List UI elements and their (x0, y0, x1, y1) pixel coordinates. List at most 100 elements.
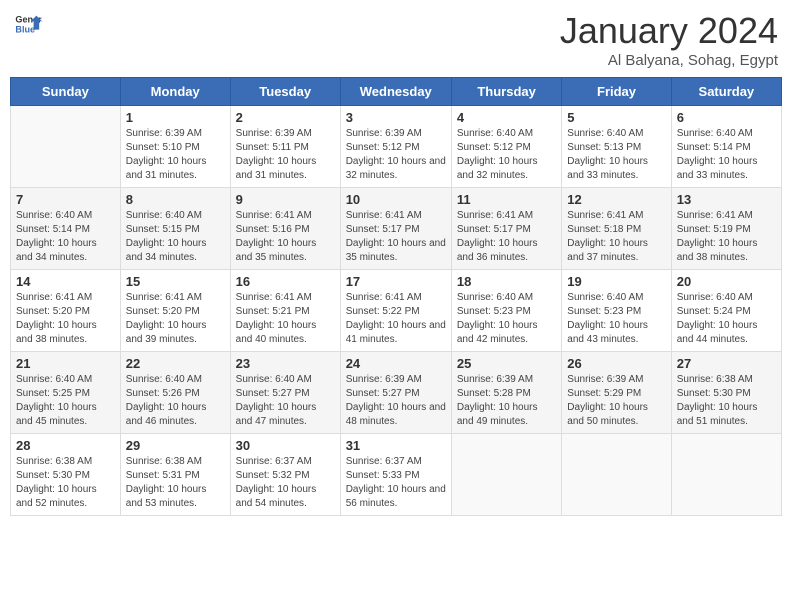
calendar-cell: 23 Sunrise: 6:40 AMSunset: 5:27 PMDayligh… (230, 352, 340, 434)
day-info: Sunrise: 6:40 AMSunset: 5:25 PMDaylight:… (16, 373, 115, 429)
calendar-cell: 9Sunrise: 6:41 AMSunset: 5:16 PMDaylight… (230, 188, 340, 270)
day-info: Sunrise: 6:39 AMSunset: 5:27 PMDaylight:… (346, 373, 446, 429)
calendar-table: SundayMondayTuesdayWednesdayThursdayFrid… (10, 77, 782, 516)
day-number: 27 (677, 356, 776, 371)
calendar-cell (671, 434, 781, 516)
calendar-cell: 20Sunrise: 6:40 AMSunset: 5:24 PMDayligh… (671, 270, 781, 352)
calendar-cell: 29 Sunrise: 6:38 AMSunset: 5:31 PMDayligh… (120, 434, 230, 516)
calendar-cell: 15Sunrise: 6:41 AMSunset: 5:20 PMDayligh… (120, 270, 230, 352)
day-info: Sunrise: 6:39 AMSunset: 5:11 PMDaylight:… (236, 127, 335, 183)
calendar-cell: 12Sunrise: 6:41 AMSunset: 5:18 PMDayligh… (562, 188, 671, 270)
calendar-week-1: 1 Sunrise: 6:39 AMSunset: 5:10 PMDaylight… (11, 106, 782, 188)
calendar-cell: 4 Sunrise: 6:40 AMSunset: 5:12 PMDaylight… (451, 106, 561, 188)
day-number: 3 (346, 110, 446, 125)
calendar-cell (11, 106, 121, 188)
month-title: January 2024 (560, 10, 778, 52)
calendar-cell: 1 Sunrise: 6:39 AMSunset: 5:10 PMDaylight… (120, 106, 230, 188)
day-info: Sunrise: 6:39 AMSunset: 5:10 PMDaylight:… (126, 127, 225, 183)
day-number: 14 (16, 274, 115, 289)
day-info: Sunrise: 6:40 AMSunset: 5:23 PMDaylight:… (567, 291, 665, 347)
day-info: Sunrise: 6:40 AMSunset: 5:15 PMDaylight:… (126, 209, 225, 265)
calendar-header-row: SundayMondayTuesdayWednesdayThursdayFrid… (11, 78, 782, 106)
column-header-friday: Friday (562, 78, 671, 106)
calendar-cell: 13 Sunrise: 6:41 AMSunset: 5:19 PMDayligh… (671, 188, 781, 270)
day-number: 29 (126, 438, 225, 453)
calendar-cell: 8 Sunrise: 6:40 AMSunset: 5:15 PMDaylight… (120, 188, 230, 270)
calendar-cell: 3 Sunrise: 6:39 AMSunset: 5:12 PMDaylight… (340, 106, 451, 188)
calendar-cell: 19 Sunrise: 6:40 AMSunset: 5:23 PMDayligh… (562, 270, 671, 352)
day-info: Sunrise: 6:40 AMSunset: 5:14 PMDaylight:… (16, 209, 115, 265)
day-info: Sunrise: 6:41 AMSunset: 5:21 PMDaylight:… (236, 291, 335, 347)
day-info: Sunrise: 6:41 AMSunset: 5:17 PMDaylight:… (457, 209, 556, 265)
day-number: 9 (236, 192, 335, 207)
day-number: 18 (457, 274, 556, 289)
day-number: 25 (457, 356, 556, 371)
day-info: Sunrise: 6:39 AMSunset: 5:12 PMDaylight:… (346, 127, 446, 183)
calendar-week-2: 7 Sunrise: 6:40 AMSunset: 5:14 PMDaylight… (11, 188, 782, 270)
day-number: 6 (677, 110, 776, 125)
day-number: 13 (677, 192, 776, 207)
day-number: 5 (567, 110, 665, 125)
day-number: 31 (346, 438, 446, 453)
day-number: 8 (126, 192, 225, 207)
day-info: Sunrise: 6:39 AMSunset: 5:29 PMDaylight:… (567, 373, 665, 429)
day-info: Sunrise: 6:41 AMSunset: 5:20 PMDaylight:… (126, 291, 225, 347)
day-info: Sunrise: 6:39 AMSunset: 5:28 PMDaylight:… (457, 373, 556, 429)
day-info: Sunrise: 6:37 AMSunset: 5:33 PMDaylight:… (346, 455, 446, 511)
day-number: 28 (16, 438, 115, 453)
day-info: Sunrise: 6:41 AMSunset: 5:22 PMDaylight:… (346, 291, 446, 347)
calendar-cell: 25 Sunrise: 6:39 AMSunset: 5:28 PMDayligh… (451, 352, 561, 434)
day-number: 10 (346, 192, 446, 207)
column-header-saturday: Saturday (671, 78, 781, 106)
day-number: 30 (236, 438, 335, 453)
calendar-cell: 14 Sunrise: 6:41 AMSunset: 5:20 PMDayligh… (11, 270, 121, 352)
day-info: Sunrise: 6:40 AMSunset: 5:14 PMDaylight:… (677, 127, 776, 183)
day-number: 22 (126, 356, 225, 371)
day-info: Sunrise: 6:40 AMSunset: 5:27 PMDaylight:… (236, 373, 335, 429)
calendar-cell: 28Sunrise: 6:38 AMSunset: 5:30 PMDayligh… (11, 434, 121, 516)
day-info: Sunrise: 6:40 AMSunset: 5:24 PMDaylight:… (677, 291, 776, 347)
calendar-cell: 21 Sunrise: 6:40 AMSunset: 5:25 PMDayligh… (11, 352, 121, 434)
column-header-wednesday: Wednesday (340, 78, 451, 106)
day-info: Sunrise: 6:38 AMSunset: 5:31 PMDaylight:… (126, 455, 225, 511)
calendar-cell: 27Sunrise: 6:38 AMSunset: 5:30 PMDayligh… (671, 352, 781, 434)
calendar-cell: 26 Sunrise: 6:39 AMSunset: 5:29 PMDayligh… (562, 352, 671, 434)
calendar-cell: 5Sunrise: 6:40 AMSunset: 5:13 PMDaylight… (562, 106, 671, 188)
calendar-week-5: 28Sunrise: 6:38 AMSunset: 5:30 PMDayligh… (11, 434, 782, 516)
day-info: Sunrise: 6:41 AMSunset: 5:20 PMDaylight:… (16, 291, 115, 347)
day-number: 19 (567, 274, 665, 289)
day-info: Sunrise: 6:41 AMSunset: 5:18 PMDaylight:… (567, 209, 665, 265)
calendar-cell: 16Sunrise: 6:41 AMSunset: 5:21 PMDayligh… (230, 270, 340, 352)
day-info: Sunrise: 6:41 AMSunset: 5:19 PMDaylight:… (677, 209, 776, 265)
page-header: General Blue January 2024 Al Balyana, So… (10, 10, 782, 69)
calendar-cell (451, 434, 561, 516)
svg-text:Blue: Blue (15, 24, 35, 34)
calendar-cell: 24 Sunrise: 6:39 AMSunset: 5:27 PMDayligh… (340, 352, 451, 434)
day-number: 2 (236, 110, 335, 125)
logo-icon: General Blue (14, 10, 42, 38)
calendar-cell: 17 Sunrise: 6:41 AMSunset: 5:22 PMDayligh… (340, 270, 451, 352)
column-header-tuesday: Tuesday (230, 78, 340, 106)
logo: General Blue (14, 10, 42, 38)
day-info: Sunrise: 6:40 AMSunset: 5:23 PMDaylight:… (457, 291, 556, 347)
calendar-cell: 6 Sunrise: 6:40 AMSunset: 5:14 PMDaylight… (671, 106, 781, 188)
day-number: 21 (16, 356, 115, 371)
calendar-cell (562, 434, 671, 516)
day-number: 7 (16, 192, 115, 207)
column-header-thursday: Thursday (451, 78, 561, 106)
day-number: 26 (567, 356, 665, 371)
day-info: Sunrise: 6:40 AMSunset: 5:12 PMDaylight:… (457, 127, 556, 183)
day-number: 23 (236, 356, 335, 371)
day-number: 17 (346, 274, 446, 289)
calendar-cell: 22 Sunrise: 6:40 AMSunset: 5:26 PMDayligh… (120, 352, 230, 434)
column-header-sunday: Sunday (11, 78, 121, 106)
day-info: Sunrise: 6:40 AMSunset: 5:26 PMDaylight:… (126, 373, 225, 429)
day-number: 4 (457, 110, 556, 125)
calendar-cell: 7 Sunrise: 6:40 AMSunset: 5:14 PMDaylight… (11, 188, 121, 270)
location: Al Balyana, Sohag, Egypt (560, 52, 778, 69)
day-number: 1 (126, 110, 225, 125)
day-info: Sunrise: 6:41 AMSunset: 5:17 PMDaylight:… (346, 209, 446, 265)
day-number: 24 (346, 356, 446, 371)
calendar-cell: 31 Sunrise: 6:37 AMSunset: 5:33 PMDayligh… (340, 434, 451, 516)
title-block: January 2024 Al Balyana, Sohag, Egypt (560, 10, 778, 69)
